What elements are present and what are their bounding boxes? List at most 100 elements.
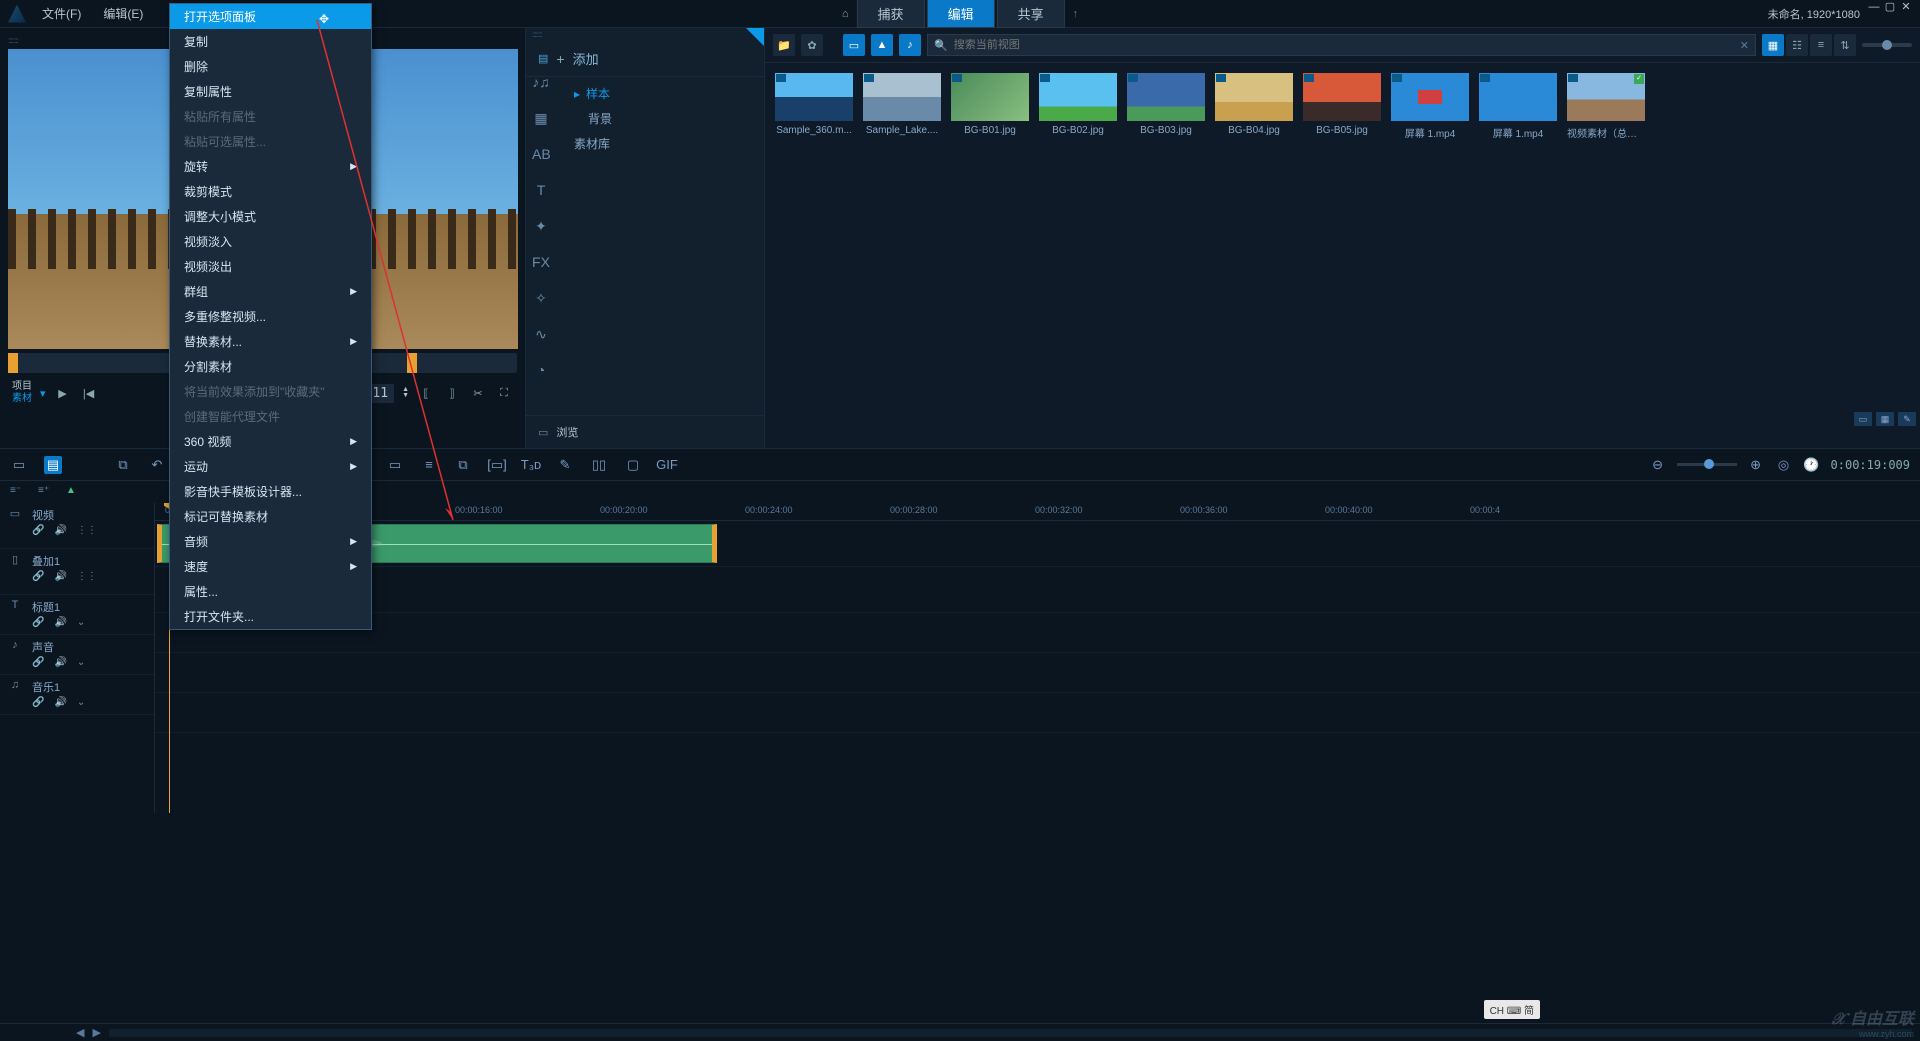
tool-scan-icon[interactable]: [▭] bbox=[488, 456, 506, 474]
tool-gif-icon[interactable]: GIF bbox=[658, 456, 676, 474]
track-row-voice[interactable] bbox=[155, 653, 1920, 693]
tool-track-icon[interactable]: ≡ bbox=[420, 456, 438, 474]
context-menu-item[interactable]: 音频▶ bbox=[170, 529, 371, 554]
library-item[interactable]: 屏幕 1.mp4 bbox=[1391, 73, 1469, 140]
timeline-view-icon[interactable]: ▤ bbox=[44, 456, 62, 474]
more-icon[interactable]: ⌄ bbox=[77, 697, 85, 708]
menu-file[interactable]: 文件(F) bbox=[36, 3, 87, 24]
link-icon[interactable]: 🔗 bbox=[32, 617, 44, 628]
add-icon[interactable]: + bbox=[556, 51, 564, 67]
trim-handle-left[interactable] bbox=[8, 353, 18, 373]
context-menu-item[interactable]: 影音快手模板设计器... bbox=[170, 479, 371, 504]
project-duration-icon[interactable]: 🕐 bbox=[1803, 456, 1821, 474]
clear-search-icon[interactable]: ✕ bbox=[1740, 39, 1749, 52]
tool-3d-title-icon[interactable]: T₃ᴅ bbox=[522, 456, 540, 474]
tree-library[interactable]: 素材库 bbox=[556, 131, 764, 156]
context-menu-item[interactable]: 视频淡入 bbox=[170, 229, 371, 254]
mark-in-icon[interactable]: ⟦ bbox=[417, 384, 435, 402]
track-head-overlay[interactable]: ▯叠加1🔗🔊⋮⋮ bbox=[0, 549, 154, 595]
track-add-icon[interactable]: ▲ bbox=[66, 485, 80, 499]
cat-motion-icon[interactable]: ◔ bbox=[532, 362, 550, 380]
library-search[interactable]: 🔍 ✕ bbox=[927, 34, 1756, 56]
tab-capture[interactable]: 捕获 bbox=[857, 0, 925, 28]
context-menu-item[interactable]: 打开选项面板 bbox=[170, 4, 371, 29]
library-item[interactable]: Sample_360.m... bbox=[775, 73, 853, 140]
library-item[interactable]: BG-B04.jpg bbox=[1215, 73, 1293, 140]
zoom-out-icon[interactable]: ⊖ bbox=[1649, 456, 1667, 474]
context-menu-item[interactable]: 群组▶ bbox=[170, 279, 371, 304]
more-icon[interactable]: ⌄ bbox=[77, 657, 85, 668]
context-menu-item[interactable]: 分割素材 bbox=[170, 354, 371, 379]
library-item[interactable]: Sample_Lake.... bbox=[863, 73, 941, 140]
context-menu-item[interactable]: 打开文件夹... bbox=[170, 604, 371, 629]
import-folder-icon[interactable]: 📁 bbox=[773, 34, 795, 56]
track-head-title[interactable]: T标题1🔗🔊⌄ bbox=[0, 595, 154, 635]
zoom-slider[interactable] bbox=[1677, 463, 1737, 466]
cat-path-icon[interactable]: ∿ bbox=[532, 326, 550, 344]
filter-audio-icon[interactable]: ♪ bbox=[899, 34, 921, 56]
import-settings-icon[interactable]: ✿ bbox=[801, 34, 823, 56]
cat-title-icon[interactable]: T bbox=[532, 182, 550, 200]
panel-grip[interactable]: :::::::: bbox=[526, 28, 764, 41]
mute-icon[interactable]: 🔊 bbox=[54, 657, 66, 668]
library-item[interactable]: BG-B01.jpg bbox=[951, 73, 1029, 140]
cat-overlay-icon[interactable]: ✦ bbox=[532, 218, 550, 236]
status-icon-2[interactable]: ▦ bbox=[1876, 412, 1894, 426]
scroll-right-icon[interactable]: ▶ bbox=[92, 1026, 100, 1039]
context-menu-item[interactable]: 删除 bbox=[170, 54, 371, 79]
storyboard-view-icon[interactable]: ▭ bbox=[10, 456, 28, 474]
more-icon[interactable]: ⋮⋮ bbox=[77, 571, 97, 582]
library-item[interactable]: BG-B02.jpg bbox=[1039, 73, 1117, 140]
trim-handle-right[interactable] bbox=[407, 353, 417, 373]
context-menu-item[interactable]: 复制 bbox=[170, 29, 371, 54]
track-head-voice[interactable]: ♪声音🔗🔊⌄ bbox=[0, 635, 154, 675]
library-item[interactable]: 屏幕 1.mp4 bbox=[1479, 73, 1557, 140]
cat-fx-icon[interactable]: FX bbox=[532, 254, 550, 272]
timeline-content[interactable]: 00:00:08:0000:00:12:0000:00:16:0000:00:2… bbox=[155, 503, 1920, 813]
mute-icon[interactable]: 🔊 bbox=[54, 571, 66, 582]
cat-transition-icon[interactable]: AB bbox=[532, 146, 550, 164]
tool-copy-icon[interactable]: ⧉ bbox=[114, 456, 132, 474]
status-icon-3[interactable]: ✎ bbox=[1898, 412, 1916, 426]
timeline-ruler[interactable]: 00:00:08:0000:00:12:0000:00:16:0000:00:2… bbox=[155, 503, 1920, 521]
context-menu-item[interactable]: 裁剪模式 bbox=[170, 179, 371, 204]
context-menu-item[interactable]: 视频淡出 bbox=[170, 254, 371, 279]
close-button[interactable]: ✕ bbox=[1900, 1, 1912, 13]
cat-template-icon[interactable]: ▦ bbox=[532, 110, 550, 128]
track-row-title[interactable] bbox=[155, 613, 1920, 653]
library-item[interactable]: BG-B03.jpg bbox=[1127, 73, 1205, 140]
menu-edit[interactable]: 编辑(E) bbox=[97, 3, 149, 24]
track-row-video[interactable] bbox=[155, 521, 1920, 567]
link-icon[interactable]: 🔗 bbox=[32, 571, 44, 582]
panel-menu-icon[interactable]: ▤ bbox=[538, 52, 548, 65]
filter-photo-icon[interactable]: ▲ bbox=[871, 34, 893, 56]
context-menu-item[interactable]: 360 视频▶ bbox=[170, 429, 371, 454]
context-menu-item[interactable]: 速度▶ bbox=[170, 554, 371, 579]
panel-corner-icon[interactable] bbox=[746, 28, 764, 46]
context-menu-item[interactable]: 复制属性 bbox=[170, 79, 371, 104]
context-menu-item[interactable]: 运动▶ bbox=[170, 454, 371, 479]
tree-sample[interactable]: ▸ 样本 bbox=[556, 81, 764, 106]
prev-frame-button[interactable]: |◀ bbox=[80, 384, 98, 402]
tab-edit[interactable]: 编辑 bbox=[927, 0, 995, 28]
home-icon[interactable]: ⌂ bbox=[842, 8, 849, 20]
link-icon[interactable]: 🔗 bbox=[32, 697, 44, 708]
status-icon-1[interactable]: ▭ bbox=[1854, 412, 1872, 426]
tool-split-screen-icon[interactable]: ▯▯ bbox=[590, 456, 608, 474]
tool-undo-icon[interactable]: ↶ bbox=[148, 456, 166, 474]
view-detail-icon[interactable]: ☷ bbox=[1786, 34, 1808, 56]
scroll-left-icon[interactable]: ◀ bbox=[76, 1026, 84, 1039]
context-menu-item[interactable]: 标记可替换素材 bbox=[170, 504, 371, 529]
track-head-video[interactable]: ▭视频🔗🔊⋮⋮ bbox=[0, 503, 154, 549]
thumb-size-slider[interactable] bbox=[1862, 43, 1912, 47]
view-grid-icon[interactable]: ▦ bbox=[1762, 34, 1784, 56]
track-row-music[interactable] bbox=[155, 693, 1920, 733]
search-input[interactable] bbox=[954, 39, 1734, 51]
minimize-button[interactable]: — bbox=[1868, 1, 1880, 13]
view-list-icon[interactable]: ≡ bbox=[1810, 34, 1832, 56]
sort-icon[interactable]: ⇅ bbox=[1834, 34, 1856, 56]
track-head-music[interactable]: ♫音乐1🔗🔊⌄ bbox=[0, 675, 154, 715]
ime-indicator[interactable]: CH ⌨ 简 bbox=[1484, 1000, 1540, 1019]
browse-icon[interactable]: ▭ bbox=[538, 426, 548, 439]
context-menu-item[interactable]: 旋转▶ bbox=[170, 154, 371, 179]
